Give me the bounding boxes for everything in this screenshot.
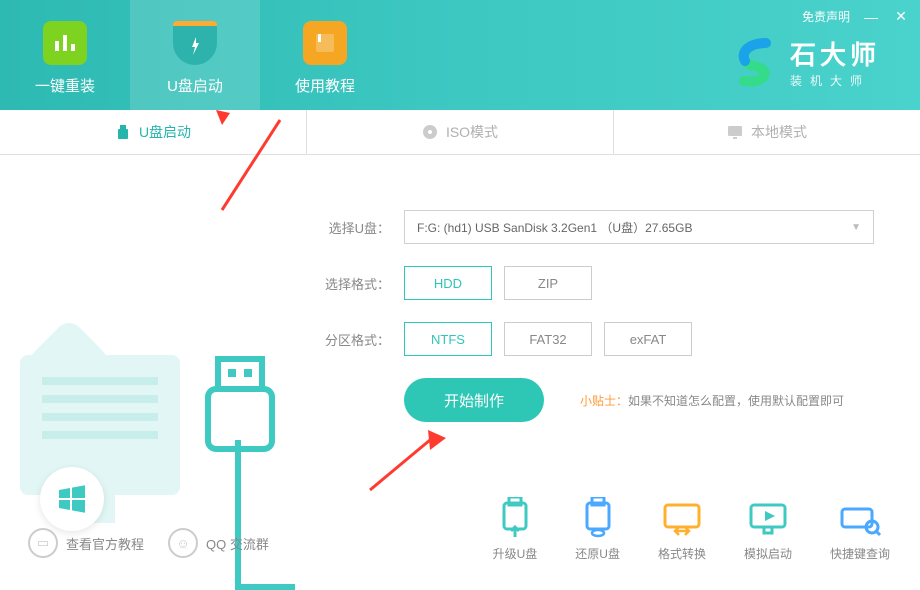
monitor-icon (727, 124, 743, 140)
logo-title: 石大师 (790, 35, 880, 72)
sub-tabs: U盘启动 ISO模式 本地模式 (0, 110, 920, 155)
action-label: 升级U盘 (493, 545, 538, 562)
footer-links: ▭ 查看官方教程 ☺ QQ 交流群 (28, 528, 269, 558)
logo-s-icon (730, 37, 780, 87)
disk-value: F:G: (hd1) USB SanDisk 3.2Gen1 （U盘）27.65… (417, 219, 692, 236)
link-label: 查看官方教程 (66, 534, 144, 553)
tab-iso-mode[interactable]: ISO模式 (307, 110, 614, 154)
link-official-tutorial[interactable]: ▭ 查看官方教程 (28, 528, 144, 558)
disc-icon (422, 124, 438, 140)
action-restore-usb[interactable]: 还原U盘 (575, 497, 620, 562)
windows-icon (40, 467, 104, 531)
form-panel: 选择U盘： F:G: (hd1) USB SanDisk 3.2Gen1 （U盘… (290, 155, 920, 525)
tab-label: U盘启动 (139, 122, 191, 142)
partition-option-fat32[interactable]: FAT32 (504, 322, 592, 356)
app-header: 免责声明 — ✕ 一键重装 U盘启动 使用教程 石大师 装机大师 (0, 0, 920, 110)
nav-usb-boot[interactable]: U盘启动 (130, 0, 260, 110)
nav-label: 一键重装 (35, 75, 95, 96)
bar-chart-icon (43, 21, 87, 65)
shield-bolt-icon (173, 21, 217, 65)
start-button[interactable]: 开始制作 (404, 378, 544, 422)
action-label: 还原U盘 (575, 545, 620, 562)
action-label: 格式转换 (658, 545, 706, 562)
book-icon (303, 21, 347, 65)
action-label: 模拟启动 (744, 545, 792, 562)
usb-icon (115, 124, 131, 140)
link-qq-group[interactable]: ☺ QQ 交流群 (168, 528, 269, 558)
tab-usb-boot[interactable]: U盘启动 (0, 110, 307, 154)
format-convert-icon (661, 497, 703, 539)
link-label: QQ 交流群 (206, 534, 269, 553)
disk-select[interactable]: F:G: (hd1) USB SanDisk 3.2Gen1 （U盘）27.65… (404, 210, 874, 244)
tip-text: 小贴士：如果不知道怎么配置，使用默认配置即可 (580, 392, 844, 409)
app-logo: 石大师 装机大师 (730, 35, 880, 89)
action-label: 快捷键查询 (830, 545, 890, 562)
partition-option-ntfs[interactable]: NTFS (404, 322, 492, 356)
tab-label: 本地模式 (751, 122, 807, 142)
users-icon: ☺ (168, 528, 198, 558)
action-bar: 升级U盘 还原U盘 格式转换 模拟启动 快捷键查询 (493, 497, 890, 562)
illustration-panel (0, 155, 290, 525)
nav-reinstall[interactable]: 一键重装 (0, 0, 130, 110)
nav-label: U盘启动 (167, 75, 223, 96)
action-simulate-boot[interactable]: 模拟启动 (744, 497, 792, 562)
disk-label: 选择U盘： (320, 218, 390, 237)
close-button[interactable]: ✕ (892, 8, 910, 25)
simulate-boot-icon (747, 497, 789, 539)
format-label: 选择格式： (320, 274, 390, 293)
nav-tutorial[interactable]: 使用教程 (260, 0, 390, 110)
tab-label: ISO模式 (446, 122, 498, 142)
action-upgrade-usb[interactable]: 升级U盘 (493, 497, 538, 562)
format-option-hdd[interactable]: HDD (404, 266, 492, 300)
tab-local-mode[interactable]: 本地模式 (614, 110, 920, 154)
logo-subtitle: 装机大师 (790, 72, 880, 89)
nav-label: 使用教程 (295, 75, 355, 96)
action-hotkey-lookup[interactable]: 快捷键查询 (830, 497, 890, 562)
upgrade-usb-icon (494, 497, 536, 539)
keyboard-search-icon (839, 497, 881, 539)
restore-usb-icon (577, 497, 619, 539)
partition-option-exfat[interactable]: exFAT (604, 322, 692, 356)
partition-label: 分区格式： (320, 330, 390, 349)
book-open-icon: ▭ (28, 528, 58, 558)
format-option-zip[interactable]: ZIP (504, 266, 592, 300)
minimize-button[interactable]: — (862, 9, 880, 25)
disclaimer-link[interactable]: 免责声明 (802, 8, 850, 25)
action-format-convert[interactable]: 格式转换 (658, 497, 706, 562)
